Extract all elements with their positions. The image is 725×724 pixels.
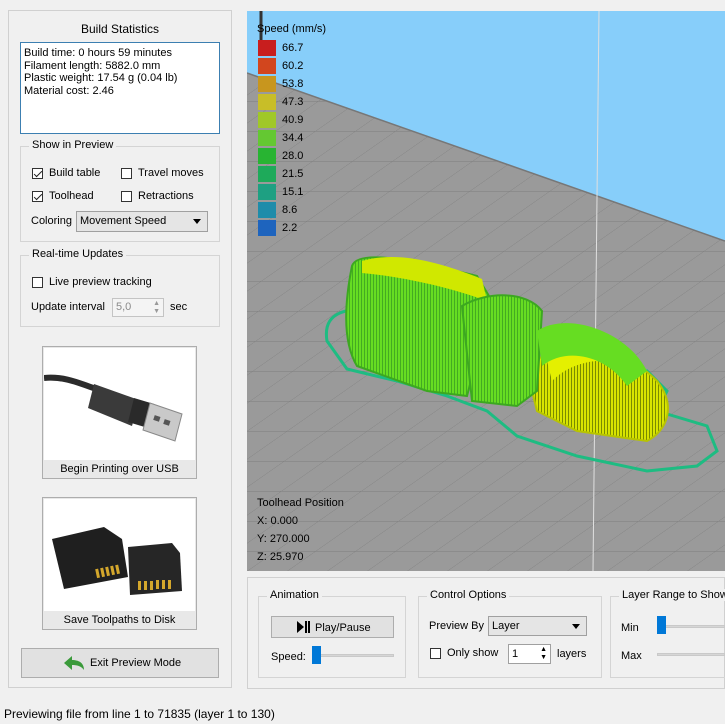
toolhead-label: Toolhead xyxy=(49,190,94,202)
legend-value: 21.5 xyxy=(282,168,304,180)
update-interval-unit: sec xyxy=(170,301,188,313)
back-arrow-icon xyxy=(62,654,86,675)
play-pause-icon xyxy=(297,621,311,636)
legend-swatch xyxy=(258,58,276,74)
play-pause-button[interactable]: Play/Pause xyxy=(271,616,394,638)
live-preview-label: Live preview tracking xyxy=(49,276,152,288)
legend-title: Speed (mm/s) xyxy=(257,23,327,35)
legend-value: 8.6 xyxy=(282,204,298,216)
update-interval-label: Update interval xyxy=(31,301,105,313)
legend-value: 60.2 xyxy=(282,60,304,72)
usb-cable-image xyxy=(43,348,195,460)
legend-swatch xyxy=(258,220,276,236)
legend-value: 34.4 xyxy=(282,132,304,144)
preview-by-select[interactable]: Layer xyxy=(488,616,587,636)
chevron-down-icon xyxy=(193,219,201,224)
build-statistics-title: Build Statistics xyxy=(80,22,160,36)
travel-moves-label: Travel moves xyxy=(138,167,204,179)
update-interval-value: 5,0 xyxy=(116,301,132,313)
filament-length: Filament length: 5882.0 mm xyxy=(24,59,161,72)
save-toolpaths-label: Save Toolpaths to Disk xyxy=(63,614,176,626)
toolhead-y: Y: 270.000 xyxy=(257,533,310,545)
show-in-preview-title: Show in Preview xyxy=(29,139,117,151)
coloring-select[interactable]: Movement Speed xyxy=(76,211,208,232)
legend-swatch xyxy=(258,130,276,146)
control-options-group: Control Options xyxy=(418,589,602,678)
spin-up-icon[interactable]: ▲ xyxy=(540,646,547,653)
legend-swatch xyxy=(258,202,276,218)
spin-down-icon[interactable]: ▼ xyxy=(540,654,547,661)
save-toolpaths-button[interactable]: Save Toolpaths to Disk xyxy=(42,497,197,630)
travel-moves-checkbox[interactable] xyxy=(121,168,132,179)
legend-value: 2.2 xyxy=(282,222,298,234)
legend-value: 40.9 xyxy=(282,114,304,126)
coloring-label: Coloring xyxy=(31,215,72,227)
layer-range-group: Layer Range to Show xyxy=(610,589,725,678)
toolhead-position-title: Toolhead Position xyxy=(257,497,344,509)
update-interval-spinbox[interactable]: 5,0 ▲ ▼ xyxy=(112,298,164,317)
usb-print-label: Begin Printing over USB xyxy=(60,463,179,475)
speed-label: Speed: xyxy=(271,651,306,663)
max-slider-track[interactable] xyxy=(657,653,725,656)
toolhead-checkbox[interactable] xyxy=(32,191,43,202)
build-table-label: Build table xyxy=(49,167,101,179)
layers-spinbox[interactable]: 1 ▲ ▼ xyxy=(508,644,551,664)
spin-up-icon[interactable]: ▲ xyxy=(153,300,160,307)
only-show-checkbox[interactable] xyxy=(430,648,441,659)
control-options-title: Control Options xyxy=(427,589,510,601)
build-table-checkbox[interactable] xyxy=(32,168,43,179)
legend-swatch xyxy=(258,184,276,200)
speed-slider-thumb[interactable] xyxy=(312,646,321,664)
spin-down-icon[interactable]: ▼ xyxy=(153,308,160,315)
animation-title: Animation xyxy=(267,589,322,601)
min-slider-thumb[interactable] xyxy=(657,616,666,634)
retractions-label: Retractions xyxy=(138,190,194,202)
legend-value: 15.1 xyxy=(282,186,304,198)
chevron-down-icon xyxy=(572,624,580,629)
build-statistics-box[interactable]: Build time: 0 hours 59 minutes Filament … xyxy=(20,42,220,134)
preview-viewport[interactable] xyxy=(247,11,725,571)
legend-swatch xyxy=(258,148,276,164)
preview-by-label: Preview By xyxy=(429,620,485,632)
live-preview-checkbox[interactable] xyxy=(32,277,43,288)
plastic-weight: Plastic weight: 17.54 g (0.04 lb) xyxy=(24,72,178,84)
sd-cards-image xyxy=(44,499,195,611)
legend-swatch xyxy=(258,94,276,110)
usb-print-button[interactable]: Begin Printing over USB xyxy=(42,346,197,479)
speed-slider-track[interactable] xyxy=(312,654,394,657)
status-text: Previewing file from line 1 to 71835 (la… xyxy=(4,707,275,721)
toolhead-z: Z: 25.970 xyxy=(257,551,304,563)
realtime-updates-title: Real-time Updates xyxy=(29,248,127,260)
toolhead-x: X: 0.000 xyxy=(257,515,298,527)
status-bar: Previewing file from line 1 to 71835 (la… xyxy=(0,700,725,724)
legend-swatch xyxy=(258,76,276,92)
preview-by-value: Layer xyxy=(492,620,520,632)
max-label: Max xyxy=(621,650,642,662)
exit-preview-button[interactable]: Exit Preview Mode xyxy=(21,648,219,678)
exit-preview-label: Exit Preview Mode xyxy=(90,657,182,669)
legend-swatch xyxy=(258,166,276,182)
build-time: Build time: 0 hours 59 minutes xyxy=(24,47,172,59)
play-pause-label: Play/Pause xyxy=(315,622,371,634)
layer-range-title: Layer Range to Show xyxy=(619,589,725,601)
legend-value: 47.3 xyxy=(282,96,304,108)
coloring-value: Movement Speed xyxy=(80,215,167,227)
legend-value: 66.7 xyxy=(282,42,304,54)
legend-value: 28.0 xyxy=(282,150,304,162)
material-cost: Material cost: 2.46 xyxy=(24,84,114,97)
min-slider-track[interactable] xyxy=(657,625,725,628)
legend-swatch xyxy=(258,112,276,128)
layers-value: 1 xyxy=(512,648,519,660)
legend-swatch xyxy=(258,40,276,56)
legend-value: 53.8 xyxy=(282,78,304,90)
retractions-checkbox[interactable] xyxy=(121,191,132,202)
layers-label: layers xyxy=(557,648,587,660)
min-label: Min xyxy=(621,622,639,634)
only-show-label: Only show xyxy=(447,647,499,659)
